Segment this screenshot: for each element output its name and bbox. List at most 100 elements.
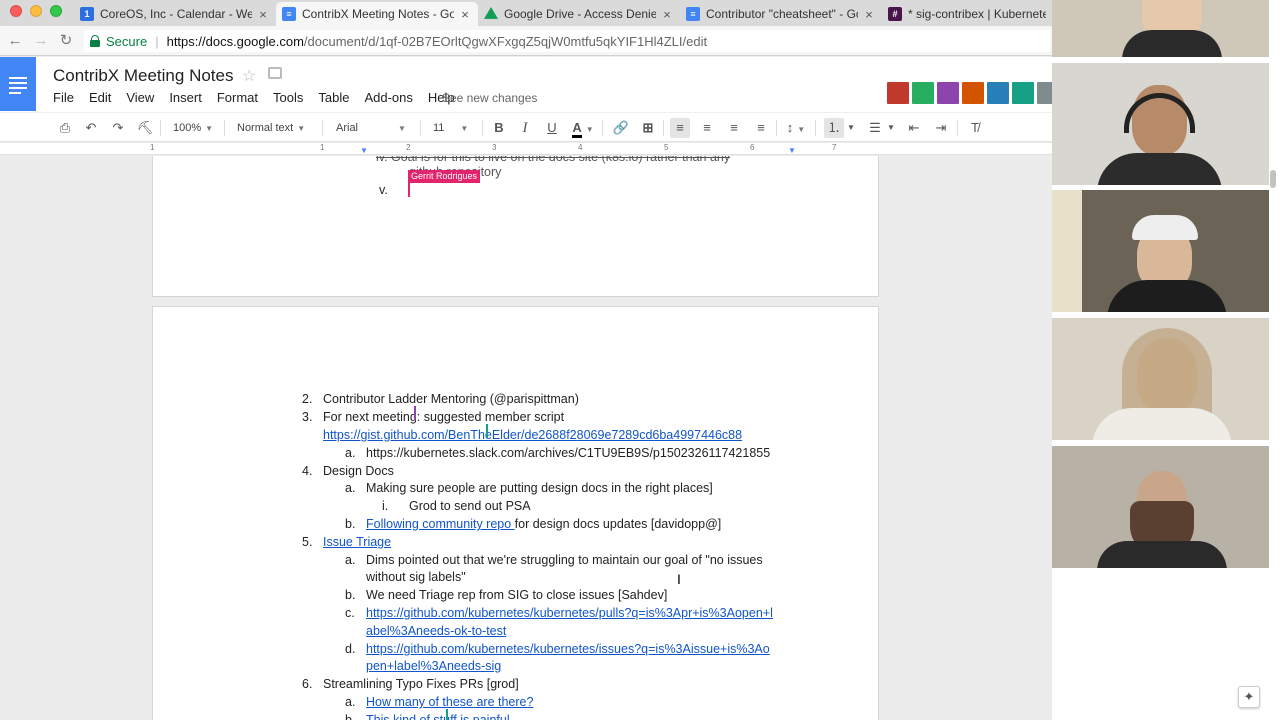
bold-button[interactable]: B bbox=[490, 118, 508, 138]
gist-link[interactable]: https://gist.github.com/BenTheElder/de26… bbox=[323, 426, 742, 444]
back-icon[interactable]: ← bbox=[6, 32, 24, 50]
line-spacing-icon[interactable]: ↕ ▼ bbox=[783, 118, 809, 138]
issues-link-continuation[interactable]: pen+label%3Aneeds-sig bbox=[366, 657, 501, 675]
menu-format[interactable]: Format bbox=[217, 90, 258, 105]
see-new-changes-link[interactable]: See new changes bbox=[442, 91, 537, 105]
list-item: Design Docs bbox=[323, 464, 394, 478]
list-item-text: for design docs updates [davidopp@] bbox=[514, 517, 722, 531]
reload-icon[interactable]: ↻ bbox=[57, 32, 75, 50]
avatar[interactable] bbox=[987, 82, 1009, 104]
document-title[interactable]: ContribX Meeting Notes bbox=[53, 66, 233, 86]
close-window-button[interactable] bbox=[10, 5, 22, 17]
indent-marker-icon[interactable]: ▼ bbox=[360, 146, 368, 155]
participant-video[interactable] bbox=[1052, 446, 1269, 568]
typo-count-link[interactable]: How many of these are there? bbox=[366, 693, 533, 711]
menu-view[interactable]: View bbox=[126, 90, 154, 105]
ruler-number: 3 bbox=[492, 143, 497, 152]
list-number: a. bbox=[345, 553, 356, 567]
maximize-window-button[interactable] bbox=[50, 5, 62, 17]
bulleted-list-icon[interactable]: ☰ bbox=[866, 118, 884, 138]
clear-formatting-icon[interactable]: T̸ bbox=[966, 118, 984, 138]
close-tab-icon[interactable]: × bbox=[256, 7, 270, 22]
browser-tab-cheatsheet[interactable]: ≡ Contributor "cheatsheet" - Go × bbox=[680, 2, 882, 26]
list-number: a. bbox=[345, 695, 356, 709]
underline-button[interactable]: U bbox=[543, 118, 561, 138]
star-icon[interactable]: ☆ bbox=[242, 66, 256, 86]
menu-edit[interactable]: Edit bbox=[89, 90, 111, 105]
divider bbox=[815, 120, 816, 136]
minimize-window-button[interactable] bbox=[30, 5, 42, 17]
browser-tab-calendar[interactable]: 1 CoreOS, Inc - Calendar - Wee × bbox=[74, 2, 276, 26]
explore-button[interactable]: ✦ bbox=[1238, 686, 1260, 708]
list-number: d. bbox=[345, 642, 356, 656]
link-icon[interactable]: 🔗 bbox=[612, 118, 630, 138]
right-margin-marker-icon[interactable]: ▼ bbox=[788, 146, 796, 155]
browser-tab-drive[interactable]: Google Drive - Access Denied × bbox=[478, 2, 680, 26]
participant-video[interactable] bbox=[1052, 190, 1269, 312]
scrollbar-thumb[interactable] bbox=[1270, 170, 1276, 188]
collaborator-cursor bbox=[486, 424, 488, 438]
chevron-down-icon[interactable]: ▼ bbox=[886, 118, 896, 138]
chevron-down-icon[interactable]: ▼ bbox=[846, 118, 856, 138]
font-size-select[interactable]: 11 ▼ bbox=[433, 118, 478, 138]
avatar[interactable] bbox=[887, 82, 909, 104]
close-tab-icon[interactable]: × bbox=[862, 7, 876, 22]
docs-home-icon[interactable] bbox=[0, 57, 36, 111]
decrease-indent-icon[interactable]: ⇤ bbox=[905, 118, 923, 138]
redo-icon[interactable]: ↷ bbox=[109, 118, 127, 138]
paint-format-icon[interactable]: ⛏ bbox=[136, 118, 154, 138]
collaborator-cursor bbox=[408, 183, 410, 197]
avatar[interactable] bbox=[937, 82, 959, 104]
list-item: Dims pointed out that we're struggling t… bbox=[366, 553, 763, 567]
menu-table[interactable]: Table bbox=[318, 90, 349, 105]
close-tab-icon[interactable]: × bbox=[458, 7, 472, 22]
browser-tab-slack[interactable]: # * sig-contribex | Kubernetes bbox=[882, 2, 1052, 26]
text-color-button[interactable]: A ▼ bbox=[570, 118, 596, 138]
address-bar[interactable]: Secure | https://docs.google.com /docume… bbox=[84, 30, 1050, 52]
painful-link[interactable]: This kind of stuff is painful bbox=[366, 711, 510, 720]
participant-video[interactable] bbox=[1052, 0, 1269, 57]
undo-icon[interactable]: ↶ bbox=[82, 118, 100, 138]
avatar[interactable] bbox=[1012, 82, 1034, 104]
italic-button[interactable]: I bbox=[516, 118, 534, 138]
community-repo-link[interactable]: Following community repo bbox=[366, 517, 515, 531]
justify-icon[interactable]: ≡ bbox=[752, 118, 770, 138]
participant-video[interactable] bbox=[1052, 318, 1269, 440]
font-select[interactable]: Arial ▼ bbox=[336, 118, 416, 138]
forward-icon[interactable]: → bbox=[32, 32, 50, 50]
insert-comment-icon[interactable]: ⊞ bbox=[639, 118, 657, 138]
collaborator-cursor bbox=[446, 709, 448, 720]
menu-add-ons[interactable]: Add-ons bbox=[364, 90, 412, 105]
browser-tab-meeting-notes[interactable]: ≡ ContribX Meeting Notes - Go × bbox=[276, 2, 478, 26]
avatar[interactable] bbox=[962, 82, 984, 104]
menu-bar: File Edit View Insert Format Tools Table… bbox=[53, 90, 470, 105]
print-icon[interactable]: ⎙ bbox=[56, 118, 74, 138]
paragraph-style-select[interactable]: Normal text ▼ bbox=[237, 118, 317, 138]
participant-video[interactable] bbox=[1052, 63, 1269, 185]
list-number: b. bbox=[345, 517, 356, 531]
increase-indent-icon[interactable]: ⇥ bbox=[932, 118, 950, 138]
ruler-number: 1 bbox=[150, 143, 155, 152]
menu-tools[interactable]: Tools bbox=[273, 90, 303, 105]
tab-title: CoreOS, Inc - Calendar - Wee bbox=[100, 7, 252, 21]
align-right-icon[interactable]: ≡ bbox=[725, 118, 743, 138]
document-canvas[interactable]: iv. Goal is for this to live on the docs… bbox=[0, 156, 1052, 720]
pulls-link[interactable]: https://github.com/kubernetes/kubernetes… bbox=[366, 604, 773, 622]
url-path: /document/d/1qf-02B7EOrltQgwXFxgqZ5qjW0m… bbox=[303, 33, 708, 49]
menu-file[interactable]: File bbox=[53, 90, 74, 105]
docs-header: ContribX Meeting Notes ☆ File Edit View … bbox=[0, 57, 1059, 112]
font-value: Arial bbox=[336, 122, 359, 134]
pulls-link-continuation[interactable]: abel%3Aneeds-ok-to-test bbox=[366, 622, 506, 640]
close-tab-icon[interactable]: × bbox=[660, 7, 674, 22]
issue-triage-link[interactable]: Issue Triage bbox=[323, 533, 391, 551]
align-left-icon[interactable]: ≡ bbox=[670, 118, 690, 138]
divider bbox=[420, 120, 421, 136]
numbered-list-icon[interactable]: ⒈ bbox=[824, 118, 844, 138]
align-center-icon[interactable]: ≡ bbox=[698, 118, 716, 138]
zoom-select[interactable]: 100% ▼ bbox=[173, 118, 223, 138]
menu-insert[interactable]: Insert bbox=[169, 90, 202, 105]
move-to-folder-icon[interactable] bbox=[268, 67, 282, 79]
issues-link[interactable]: https://github.com/kubernetes/kubernetes… bbox=[366, 640, 770, 658]
avatar[interactable] bbox=[912, 82, 934, 104]
list-number: b. bbox=[345, 713, 356, 720]
